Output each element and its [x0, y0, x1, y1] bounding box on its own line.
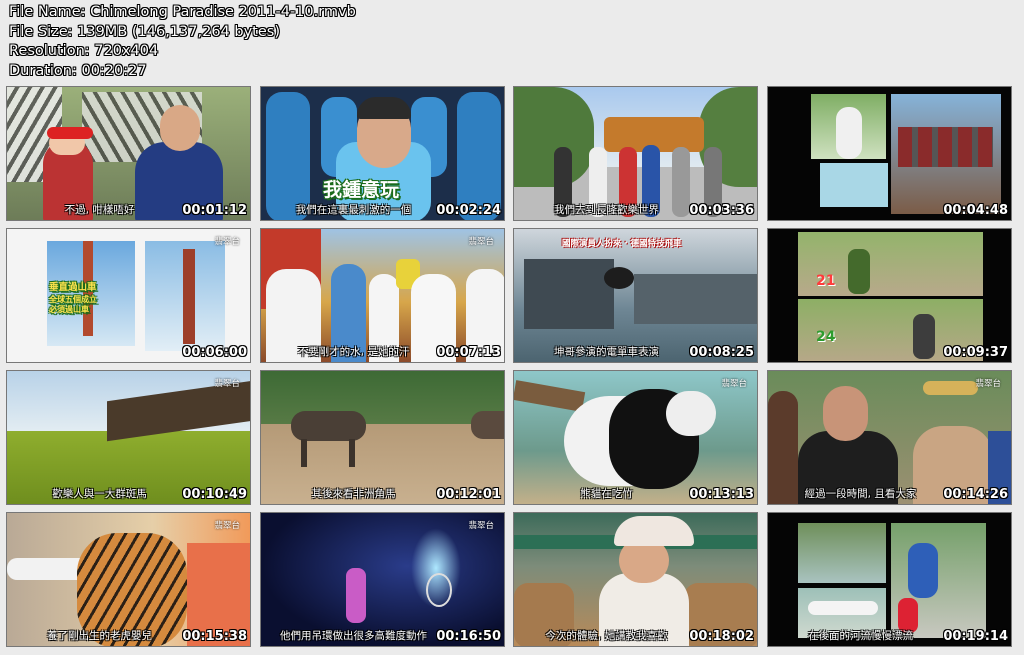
- scene-acrobatics: [261, 513, 504, 646]
- timestamp-label: 00:06:00: [182, 345, 247, 360]
- thumbnail-3[interactable]: 我們去到長隆歡樂世界 00:03:36: [513, 86, 758, 221]
- thumbnail-2[interactable]: 我鍾意玩 我們在這裏最刺激的一個 00:02:24: [260, 86, 505, 221]
- scene-tiger-cub: [7, 513, 250, 646]
- file-name-text: File Name: Chimelong Paradise 2011-4-10.…: [9, 4, 356, 20]
- channel-logo: 翡翠台: [975, 379, 1001, 389]
- timestamp-label: 00:03:36: [689, 203, 754, 218]
- thumbnail-12[interactable]: 翡翠台 經過一段時間, 且看大家 00:14:26: [767, 370, 1012, 505]
- subtitle-text: 不要剛才的水, 是她的汗: [297, 346, 410, 358]
- thumbnail-8[interactable]: 21 24 00:09:37: [767, 228, 1012, 363]
- timestamp-label: 00:12:01: [436, 487, 501, 502]
- scene-water-guns: [768, 513, 1011, 646]
- subtitle-text: 今次的體驗, 她講教我喜歡: [545, 630, 668, 642]
- scene-picture-in-picture: [768, 87, 1011, 220]
- subtitle-text: 熊貓在吃竹: [580, 488, 633, 500]
- subtitle-text: 在後面的河流慢慢漂流: [808, 630, 913, 642]
- scene-tiger-statues: [7, 87, 250, 220]
- scene-park-entrance: [514, 87, 757, 220]
- thumbnail-9[interactable]: 翡翠台 歡樂人與一大群斑馬 00:10:49: [6, 370, 251, 505]
- timestamp-label: 00:13:13: [689, 487, 754, 502]
- scene-split-game: [768, 229, 1011, 362]
- file-size-text: File Size: 139MB (146,137,264 bytes): [9, 23, 280, 40]
- timestamp-label: 00:19:14: [943, 629, 1008, 644]
- thumbnail-1[interactable]: 不過, 咁樣唔好 00:01:12: [6, 86, 251, 221]
- scene-wildebeest: [261, 371, 504, 504]
- subtitle-text: 我們在這裏最刺激的一個: [295, 204, 412, 216]
- resolution-text: Resolution: 720x404: [9, 43, 159, 59]
- thumbnail-6[interactable]: 翡翠台 不要剛才的水, 是她的汗 00:07:13: [260, 228, 505, 363]
- timestamp-label: 00:16:50: [436, 629, 501, 644]
- banner-text: 國際演員人扮來 · 德國特技飛車: [562, 239, 682, 249]
- timestamp-label: 00:15:38: [182, 629, 247, 644]
- thumbnail-16[interactable]: 在後面的河流慢慢漂流 00:19:14: [767, 512, 1012, 647]
- channel-logo: 翡翠台: [214, 237, 240, 247]
- subtitle-text: 我們去到長隆歡樂世界: [554, 204, 659, 216]
- thumbnail-10[interactable]: 其後來看非洲角馬 00:12:01: [260, 370, 505, 505]
- file-info-header: File Name: Chimelong Paradise 2011-4-10.…: [9, 3, 356, 81]
- channel-logo: 翡翠台: [721, 379, 747, 389]
- channel-logo: 翡翠台: [214, 521, 240, 531]
- poster-title: 垂直過山車: [49, 282, 97, 293]
- score-1: 21: [816, 273, 836, 289]
- scene-panda: [514, 371, 757, 504]
- thumbnail-15[interactable]: 今次的體驗, 她講教我喜歡 00:18:02: [513, 512, 758, 647]
- scene-group-cheering: [261, 229, 504, 362]
- thumbnail-13[interactable]: 翡翠台 養了剛出生的老虎嬰兒 00:15:38: [6, 512, 251, 647]
- duration-text: Duration: 00:20:27: [9, 62, 147, 79]
- overlay-title: 我鍾意玩: [323, 179, 400, 201]
- timestamp-label: 00:02:24: [436, 203, 501, 218]
- subtitle-text: 坤哥參演的電單車表演: [554, 346, 659, 358]
- timestamp-label: 00:09:37: [943, 345, 1008, 360]
- timestamp-label: 00:10:49: [182, 487, 247, 502]
- timestamp-label: 00:14:26: [943, 487, 1008, 502]
- timestamp-label: 00:01:12: [182, 203, 247, 218]
- channel-logo: 翡翠台: [468, 237, 494, 247]
- channel-logo: 翡翠台: [214, 379, 240, 389]
- poster-text: 全球五個成立 必須過山車: [49, 295, 97, 314]
- thumbnail-5[interactable]: 垂直過山車 全球五個成立 必須過山車 翡翠台 00:06:00: [6, 228, 251, 363]
- thumbnail-11[interactable]: 翡翠台 熊貓在吃竹 00:13:13: [513, 370, 758, 505]
- subtitle-text: 歡樂人與一大群斑馬: [52, 488, 147, 500]
- thumbnail-4[interactable]: 00:04:48: [767, 86, 1012, 221]
- subtitle-text: 不過, 咁樣唔好: [64, 204, 135, 216]
- timestamp-label: 00:07:13: [436, 345, 501, 360]
- thumbnail-14[interactable]: 翡翠台 他們用吊環做出很多高難度動作 00:16:50: [260, 512, 505, 647]
- subtitle-text: 其後來看非洲角馬: [311, 488, 396, 500]
- subtitle-text: 他們用吊環做出很多高難度動作: [280, 630, 427, 642]
- scene-interview: [514, 513, 757, 646]
- timestamp-label: 00:04:48: [943, 203, 1008, 218]
- scene-drop-tower-poster: [7, 229, 250, 362]
- channel-logo: 翡翠台: [468, 521, 494, 531]
- scene-grassland: [7, 371, 250, 504]
- scene-hosts: [768, 371, 1011, 504]
- thumbnail-7[interactable]: 國際演員人扮來 · 德國特技飛車 坤哥參演的電單車表演 00:08:25: [513, 228, 758, 363]
- subtitle-text: 經過一段時間, 且看大家: [804, 488, 917, 500]
- timestamp-label: 00:08:25: [689, 345, 754, 360]
- subtitle-text: 養了剛出生的老虎嬰兒: [47, 630, 152, 642]
- timestamp-label: 00:18:02: [689, 629, 754, 644]
- score-2: 24: [816, 329, 836, 345]
